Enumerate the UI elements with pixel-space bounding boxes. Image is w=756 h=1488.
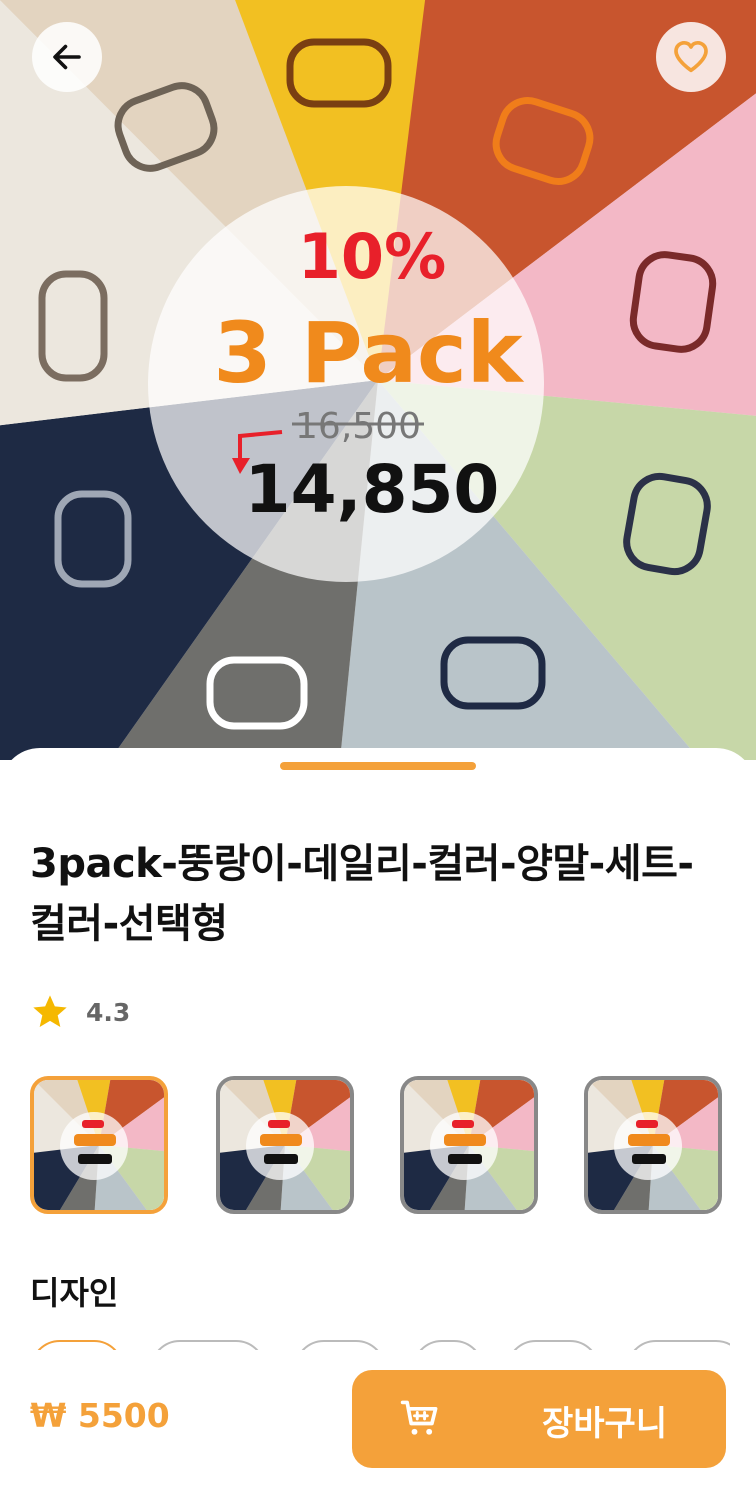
add-to-cart-button[interactable]: 장바구니 — [352, 1370, 726, 1468]
rating-value: 4.3 — [86, 997, 131, 1027]
badge-pack: 3 Pack — [213, 304, 524, 402]
product-title: 3pack-뚱랑이-데일리-컬러-양말-세트-컬러-선택형 — [30, 841, 694, 947]
design-section-title: 디자인 — [30, 1274, 119, 1312]
badge-new-price: 14,850 — [245, 451, 500, 528]
heart-outline-icon — [674, 41, 708, 73]
thumbnail-image — [588, 1080, 718, 1210]
badge-percent: 10% — [298, 220, 446, 293]
thumbnail-2[interactable] — [216, 1076, 354, 1214]
cart-icon — [400, 1400, 438, 1435]
thumbnail-image — [404, 1080, 534, 1210]
image-thumbnails — [30, 1076, 726, 1216]
favorite-button[interactable] — [656, 22, 726, 92]
total-price: ₩ 5500 — [30, 1396, 170, 1435]
product-hero-image: 10% 3 Pack 16,500 14,850 — [0, 0, 756, 760]
thumbnail-image — [34, 1080, 164, 1210]
thumbnail-1[interactable] — [30, 1076, 168, 1214]
bottom-action-bar: ₩ 5500 장바구니 — [0, 1350, 756, 1488]
product-detail-screen: 10% 3 Pack 16,500 14,850 3pack-뚱랑이-데일리-컬… — [0, 0, 756, 1488]
back-button[interactable] — [32, 22, 102, 92]
star-icon — [33, 995, 67, 1027]
add-to-cart-label: 장바구니 — [542, 1404, 668, 1444]
badge-old-price: 16,500 — [295, 406, 421, 447]
arrow-left-icon — [53, 44, 81, 70]
thumbnail-4[interactable] — [584, 1076, 722, 1214]
socks-illustration: 10% 3 Pack 16,500 14,850 — [0, 0, 756, 760]
sheet-drag-handle[interactable] — [280, 762, 476, 770]
thumbnail-3[interactable] — [400, 1076, 538, 1214]
thumbnail-image — [220, 1080, 350, 1210]
product-rating: 4.3 — [30, 992, 130, 1032]
